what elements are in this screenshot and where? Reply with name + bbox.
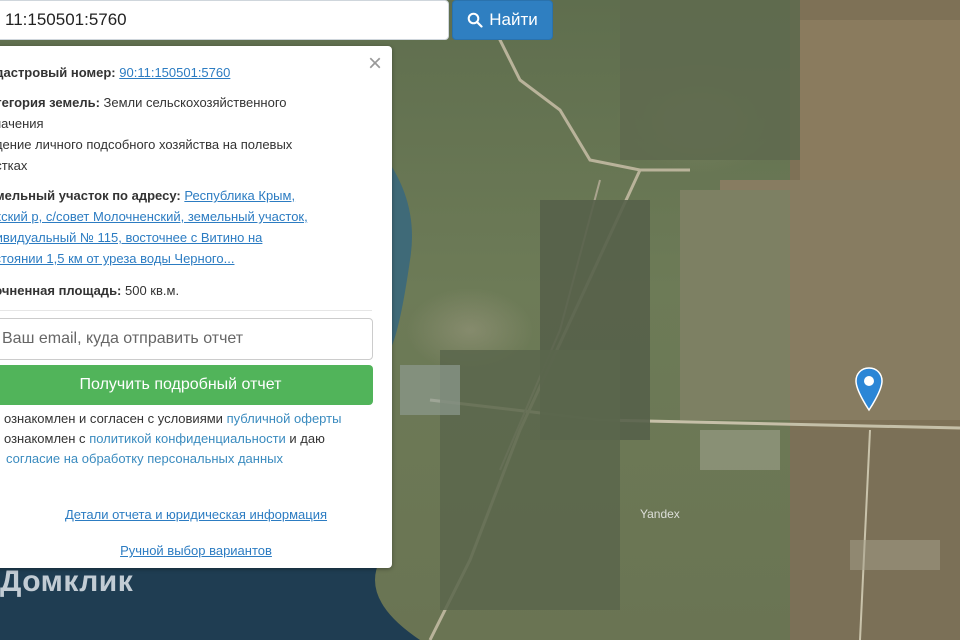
address-link-1[interactable]: Республика Крым,	[184, 188, 295, 203]
map-provider-label: Yandex	[640, 507, 680, 521]
get-report-button[interactable]: Получить подробный отчет	[0, 365, 373, 405]
land-category-label: атегория земель:	[0, 95, 100, 110]
data-processing-link[interactable]: согласие на обработку персональных данны…	[6, 451, 283, 466]
public-offer-link[interactable]: публичной оферты	[227, 411, 342, 426]
email-field[interactable]	[0, 318, 373, 360]
divider	[0, 310, 372, 311]
cadastral-number-link[interactable]: 90:11:150501:5760	[119, 65, 230, 80]
land-usage-line-1: едение личного подсобного хозяйства на п…	[0, 137, 293, 152]
privacy-policy-link[interactable]: политикой конфиденциальности	[89, 431, 286, 446]
close-icon[interactable]: ×	[368, 52, 382, 76]
map-pin-icon[interactable]	[853, 366, 885, 414]
land-usage-line-2: астках	[0, 158, 28, 173]
consent-offer-text: ознакомлен и согласен с условиями	[4, 411, 227, 426]
consent-privacy-tail: и даю	[285, 431, 325, 446]
area-value: 500 кв.м.	[121, 283, 180, 298]
search-button-label: Найти	[489, 10, 538, 29]
land-category-value-cont: значения	[0, 116, 44, 131]
land-category-row: атегория земель: Земли сельскохозяйствен…	[0, 92, 360, 176]
cadastral-number-label: адастровый номер:	[0, 65, 116, 80]
consent-data-processing: согласие на обработку персональных данны…	[0, 449, 378, 469]
report-details-link[interactable]: Детали отчета и юридическая информация	[0, 504, 404, 525]
cadastral-number-row: адастровый номер: 90:11:150501:5760	[0, 62, 360, 83]
search-icon	[467, 12, 483, 28]
search-input[interactable]	[0, 0, 449, 40]
address-label: емельный участок по адресу:	[0, 188, 181, 203]
area-row: точненная площадь: 500 кв.м.	[0, 280, 360, 301]
area-label: точненная площадь:	[0, 283, 122, 298]
land-category-value: Земли сельскохозяйственного	[99, 95, 287, 110]
consent-privacy-text: ознакомлен с	[4, 431, 90, 446]
search-button[interactable]: Найти	[452, 0, 553, 40]
address-link-3[interactable]: дивидуальный № 115, восточнее с Витино н…	[0, 227, 360, 248]
consent-privacy: ознакомлен с политикой конфиденциальност…	[0, 429, 378, 449]
consent-offer: ознакомлен и согласен с условиями публич…	[0, 409, 378, 429]
domclick-watermark: Домклик	[0, 565, 134, 598]
manual-selection-link[interactable]: Ручной выбор вариантов	[0, 540, 404, 561]
parcel-info-panel: × адастровый номер: 90:11:150501:5760 ат…	[0, 46, 392, 568]
address-row: емельный участок по адресу: Республика К…	[0, 185, 360, 269]
address-link-2[interactable]: акский р, с/совет Молочненский, земельны…	[0, 206, 360, 227]
address-link-4[interactable]: сстоянии 1,5 км от уреза воды Черного...	[0, 248, 360, 269]
